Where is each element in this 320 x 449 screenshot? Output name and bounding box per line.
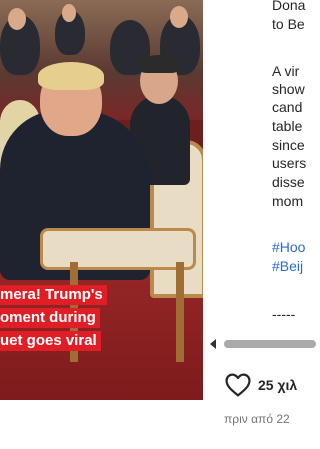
- post-timestamp[interactable]: πριν από 22: [224, 412, 290, 426]
- post-caption-text: Dona to Be A vir show cand table since u…: [272, 0, 306, 340]
- horizontal-scrollbar[interactable]: [210, 339, 316, 349]
- caption-line: table: [272, 118, 303, 134]
- background-guest-head: [8, 8, 26, 30]
- trump-hair: [38, 62, 104, 90]
- hashtag-link[interactable]: #Beij: [272, 257, 303, 276]
- hashtag-link[interactable]: #Hoo: [272, 238, 305, 257]
- video-player[interactable]: mera! Trump's oment during uet goes vira…: [0, 0, 203, 400]
- caption-line: since: [272, 137, 305, 153]
- scroll-left-arrow-icon[interactable]: [210, 339, 216, 349]
- video-caption-line: uet goes viral: [0, 331, 101, 351]
- caption-line: show: [272, 81, 305, 97]
- heart-icon[interactable]: [224, 373, 252, 397]
- video-caption-line: mera! Trump's: [0, 285, 107, 305]
- caption-line: to Be: [272, 16, 305, 32]
- likes-count[interactable]: 25 χιλ: [258, 377, 297, 393]
- caption-line: cand: [272, 99, 303, 115]
- like-row: 25 χιλ: [224, 372, 297, 398]
- background-guest-head: [62, 4, 76, 22]
- video-caption-line: oment during: [0, 308, 100, 328]
- chair-seat: [40, 228, 196, 270]
- caption-line: A vir: [272, 63, 300, 79]
- separator-line: -----: [272, 306, 296, 322]
- seated-man-hair: [139, 55, 179, 73]
- chair-leg: [176, 262, 184, 362]
- caption-line: users: [272, 155, 306, 171]
- panel-divider: [203, 0, 206, 400]
- scrollbar-thumb[interactable]: [224, 340, 316, 348]
- caption-line: mom: [272, 193, 304, 209]
- background-guest-head: [170, 6, 188, 28]
- caption-line: disse: [272, 174, 305, 190]
- caption-line: Dona: [272, 0, 306, 13]
